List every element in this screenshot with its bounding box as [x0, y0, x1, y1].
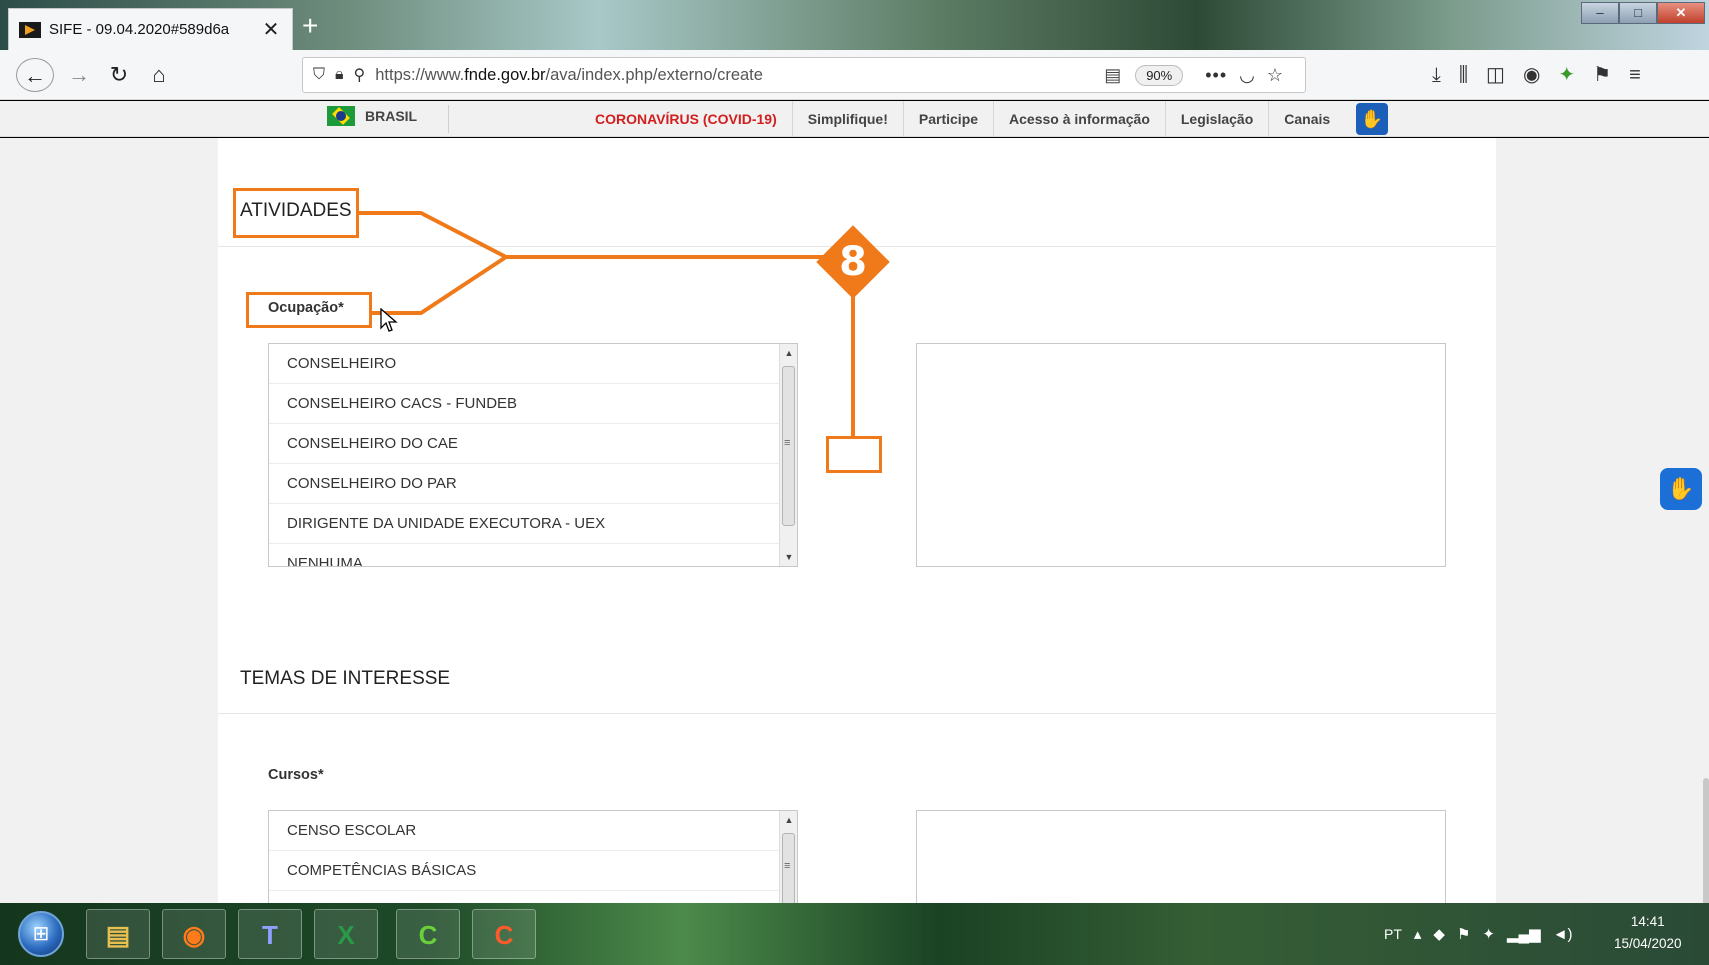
- camtasia-studio-taskbar-icon[interactable]: C: [472, 909, 536, 959]
- annotation-number: 8: [839, 239, 867, 285]
- windows-taskbar: ▤ ◉ T X C C PT ▴ ◆ ⚑ ✦ ▂▄▆ ◄) 14:41 15/0…: [0, 903, 1709, 965]
- excel-taskbar-icon[interactable]: X: [314, 909, 378, 959]
- firefox-taskbar-icon[interactable]: ◉: [162, 909, 226, 959]
- volume-icon[interactable]: ◄): [1553, 926, 1573, 943]
- start-button[interactable]: [18, 911, 64, 957]
- camtasia-recorder-taskbar-icon[interactable]: C: [396, 909, 460, 959]
- network-signal-icon[interactable]: ▂▄▆: [1507, 925, 1541, 943]
- action-center-flag-icon[interactable]: ⚑: [1457, 925, 1470, 943]
- taskbar-clock[interactable]: 14:41 15/04/2020: [1614, 911, 1682, 955]
- annotation-connector-lines: [359, 211, 855, 436]
- annotation-line-ocupacao: [372, 255, 508, 315]
- explorer-taskbar-icon[interactable]: ▤: [86, 909, 150, 959]
- tray-app-icon[interactable]: ◆: [1433, 925, 1445, 943]
- annotation-line-atividades: [359, 211, 853, 259]
- language-indicator[interactable]: PT: [1384, 926, 1402, 942]
- clock-date: 15/04/2020: [1614, 936, 1682, 951]
- annotation-badge: 8: [816, 225, 890, 299]
- show-hidden-icons-icon[interactable]: ▴: [1414, 925, 1422, 943]
- clock-time: 14:41: [1630, 914, 1665, 929]
- tray-app2-icon[interactable]: ✦: [1482, 925, 1495, 943]
- system-tray: PT ▴ ◆ ⚑ ✦ ▂▄▆ ◄): [1384, 903, 1573, 965]
- mouse-cursor-icon: [380, 308, 398, 332]
- teams-taskbar-icon[interactable]: T: [238, 909, 302, 959]
